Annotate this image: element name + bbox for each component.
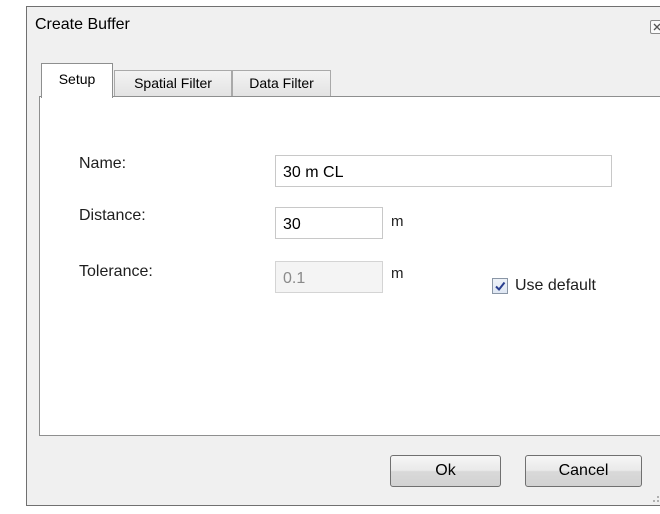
distance-value: 30	[283, 216, 301, 233]
window-title: Create Buffer	[35, 16, 130, 33]
tab-data-filter[interactable]: Data Filter	[232, 70, 331, 96]
ok-button[interactable]: Ok	[390, 455, 501, 487]
name-field[interactable]: 30 m CL	[275, 155, 612, 187]
distance-label: Distance:	[79, 207, 146, 224]
close-icon[interactable]	[650, 20, 660, 34]
setup-panel: Name: 30 m CL Distance: 30 m Tolerance: …	[39, 96, 660, 436]
tolerance-field[interactable]: 0.1	[275, 261, 383, 293]
tab-spatial-filter[interactable]: Spatial Filter	[114, 70, 232, 96]
checkmark-icon	[495, 281, 506, 292]
tab-spatial-filter-label: Spatial Filter	[134, 75, 212, 91]
create-buffer-dialog: Create Buffer Setup Spatial Filter Data …	[26, 6, 660, 506]
use-default-checkbox[interactable]	[492, 278, 508, 294]
cancel-button[interactable]: Cancel	[525, 455, 642, 487]
tolerance-label: Tolerance:	[79, 263, 153, 280]
distance-unit: m	[391, 213, 404, 230]
tab-strip: Setup Spatial Filter Data Filter	[41, 63, 660, 98]
resize-grip-icon[interactable]	[648, 491, 660, 503]
tab-setup[interactable]: Setup	[41, 63, 113, 98]
name-label: Name:	[79, 155, 127, 172]
use-default-label[interactable]: Use default	[515, 277, 596, 295]
tab-data-filter-label: Data Filter	[249, 75, 314, 91]
tab-setup-label: Setup	[58, 71, 96, 87]
distance-field[interactable]: 30	[275, 207, 383, 239]
tolerance-value: 0.1	[283, 270, 306, 287]
tolerance-unit: m	[391, 265, 404, 282]
title-bar[interactable]: Create Buffer	[27, 7, 660, 45]
name-value: 30 m CL	[283, 164, 344, 181]
